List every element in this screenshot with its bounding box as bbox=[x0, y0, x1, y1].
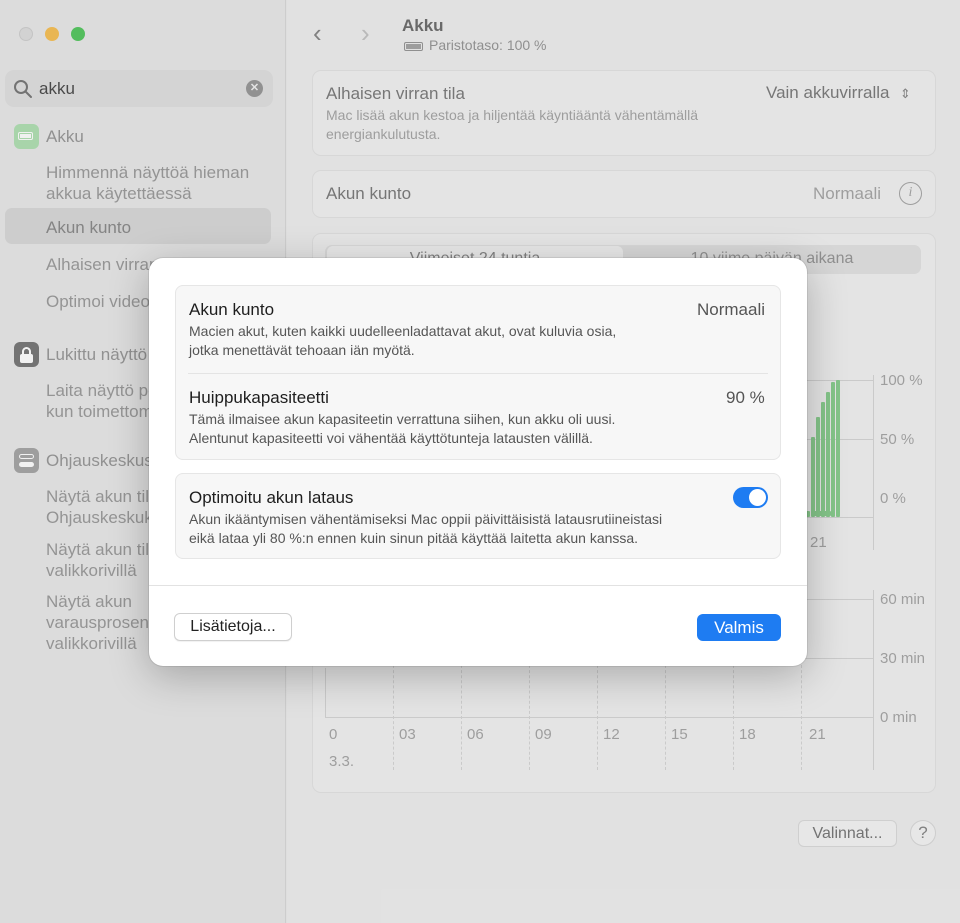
done-button[interactable]: Valmis bbox=[697, 614, 781, 641]
dialog-capacity-description: Tämä ilmaisee akun kapasiteetin verrattu… bbox=[189, 411, 616, 446]
toggle-knob bbox=[749, 489, 766, 506]
divider bbox=[149, 585, 807, 586]
dialog-capacity-value: 90 % bbox=[726, 388, 765, 407]
dialog-capacity-title: Huippukapasiteetti bbox=[189, 388, 329, 407]
optimized-charging-toggle[interactable] bbox=[733, 487, 768, 508]
dialog-health-value: Normaali bbox=[697, 300, 766, 319]
optimized-charging-card: Optimoitu akun lataus Akun ikääntymisen … bbox=[175, 473, 781, 559]
dialog-health-title: Akun kunto bbox=[189, 300, 275, 319]
divider bbox=[188, 373, 768, 374]
learn-more-button[interactable]: Lisätietoja... bbox=[174, 613, 292, 641]
optimized-charging-title: Optimoitu akun lataus bbox=[189, 488, 354, 507]
health-info-card: Akun kunto Normaali Macien akut, kuten k… bbox=[175, 285, 781, 460]
battery-health-dialog: Akun kunto Normaali Macien akut, kuten k… bbox=[149, 258, 807, 666]
optimized-charging-description: Akun ikääntymisen vähentämiseksi Mac opp… bbox=[189, 511, 663, 546]
dialog-health-description: Macien akut, kuten kaikki uudelleenladat… bbox=[189, 323, 617, 358]
